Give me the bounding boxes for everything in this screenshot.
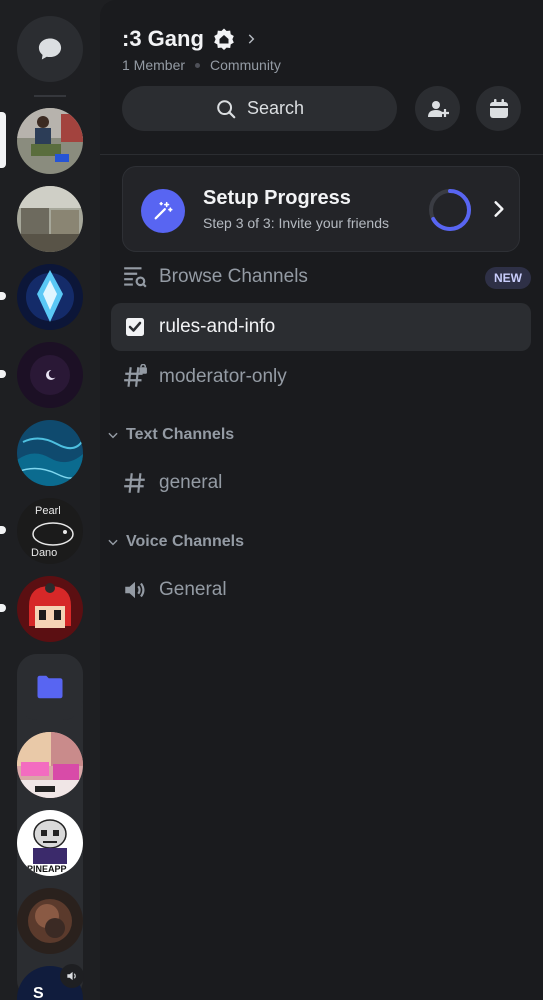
meta-separator (195, 62, 201, 68)
category-text-channels[interactable]: Text Channels (106, 426, 234, 444)
channel-label: General (159, 579, 227, 600)
channel-label: general (159, 472, 223, 493)
search-button[interactable]: Search (122, 86, 397, 131)
channel-rules-and-info[interactable]: rules-and-info (111, 303, 531, 351)
channel-panel: :3 Gang 1 Member Community Search Setup … (100, 0, 543, 1000)
community-badge-icon (214, 28, 234, 50)
selected-server-indicator (0, 112, 6, 168)
unread-indicator (0, 370, 6, 378)
direct-messages-button[interactable] (17, 16, 83, 82)
category-voice-channels[interactable]: Voice Channels (106, 533, 244, 551)
server-type: Community (210, 57, 281, 73)
server-icon-moon[interactable] (17, 342, 83, 408)
browse-channels-item[interactable]: Browse Channels NEW (111, 253, 531, 301)
invite-members-button[interactable] (415, 86, 460, 131)
unread-indicator (0, 604, 6, 612)
folder-icon (37, 675, 63, 699)
events-button[interactable] (476, 86, 521, 131)
server-icon-pearl-fish[interactable]: Pearl Dano (17, 498, 83, 564)
category-label: Voice Channels (126, 533, 244, 550)
hashtag-lock-icon (124, 364, 147, 387)
browse-channels-icon (124, 267, 147, 288)
channel-label: moderator-only (159, 366, 287, 387)
server-rail: Pearl Dano PINEAPP S (0, 0, 100, 1000)
member-count: 1 Member (122, 57, 186, 73)
svg-text:S: S (33, 985, 44, 1000)
magic-wand-icon (154, 201, 173, 220)
folder-button[interactable] (17, 654, 83, 720)
progress-ring (429, 189, 471, 231)
server-icon-art[interactable] (17, 732, 83, 798)
chevron-right-icon (494, 201, 504, 217)
svg-text:Dano: Dano (31, 547, 57, 559)
speaker-icon (67, 971, 76, 981)
new-badge: NEW (485, 267, 531, 289)
search-label: Search (246, 98, 305, 118)
server-header[interactable]: :3 Gang (122, 26, 258, 52)
rules-channel-icon (126, 318, 144, 336)
channel-label: rules-and-info (159, 316, 276, 337)
browse-channels-label: Browse Channels (159, 266, 308, 287)
search-icon (217, 99, 236, 118)
add-user-icon (427, 100, 449, 117)
channel-moderator-only[interactable]: moderator-only (111, 353, 531, 401)
chevron-right-icon (248, 34, 255, 44)
voice-active-badge (60, 964, 84, 988)
svg-text:Pearl: Pearl (35, 505, 61, 517)
category-label: Text Channels (126, 426, 235, 443)
chat-bubble-icon (38, 38, 62, 60)
server-icon-ocean[interactable] (17, 420, 83, 486)
server-icon-photo[interactable] (17, 108, 83, 174)
setup-icon-circle (141, 189, 185, 233)
chevron-down-icon (108, 539, 118, 546)
channel-general-voice[interactable]: General (111, 566, 531, 614)
hashtag-icon (124, 473, 145, 493)
server-icon-megaman[interactable] (17, 576, 83, 642)
server-icon-dark[interactable] (17, 888, 83, 954)
server-icon-room[interactable] (17, 186, 83, 252)
server-meta: 1 Member Community (122, 57, 281, 73)
setup-progress-card[interactable]: Setup Progress Step 3 of 3: Invite your … (122, 166, 520, 252)
calendar-icon (489, 98, 508, 118)
setup-title: Setup Progress (203, 187, 351, 209)
server-icon-pineapple[interactable]: PINEAPP (17, 810, 83, 876)
chevron-down-icon (108, 432, 118, 439)
unread-indicator (0, 292, 6, 300)
setup-subtitle: Step 3 of 3: Invite your friends (203, 215, 389, 231)
rail-divider (34, 95, 66, 97)
server-name: :3 Gang (122, 26, 204, 51)
channel-general-text[interactable]: general (111, 459, 531, 507)
server-icon-crystal[interactable] (17, 264, 83, 330)
unread-indicator (0, 526, 6, 534)
speaker-icon (125, 581, 145, 599)
header-divider (100, 154, 543, 155)
